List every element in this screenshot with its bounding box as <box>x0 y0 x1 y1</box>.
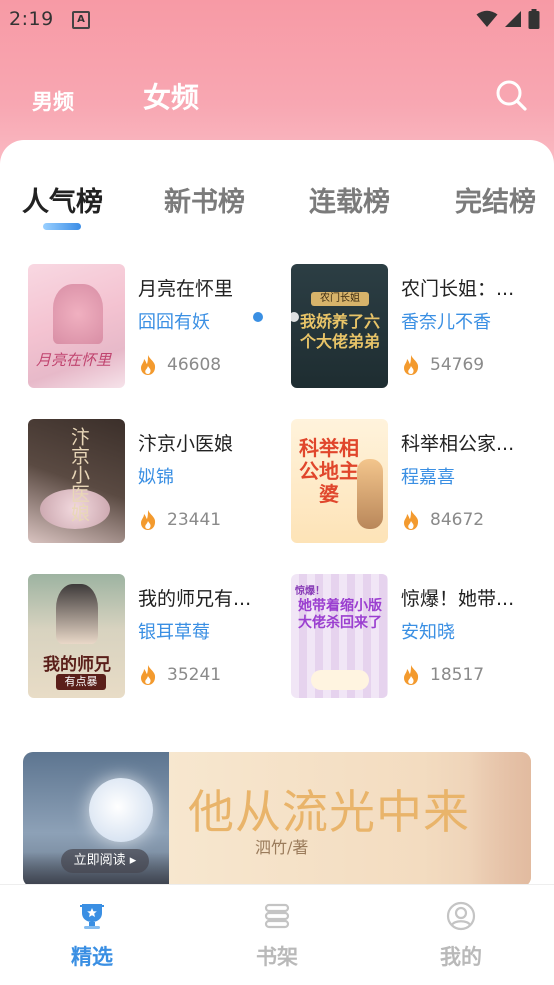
tab-female[interactable]: 女频 <box>143 76 199 116</box>
banner-left-art: 立即阅读 ▸ <box>23 752 169 887</box>
book-title: 科举相公家... <box>401 433 515 455</box>
book-author[interactable]: 安知晓 <box>401 618 455 644</box>
nav-featured[interactable]: 精选 <box>37 885 147 985</box>
book-author[interactable]: 姒锦 <box>138 463 174 489</box>
nav-profile[interactable]: 我的 <box>406 885 516 985</box>
book-cover: 惊爆！ 她带着缩小版大佬杀回来了 <box>291 574 388 698</box>
book-item[interactable]: 科举相公地主婆 科举相公家... 程嘉喜 84672 <box>291 419 541 545</box>
fire-icon <box>141 510 156 530</box>
read-now-label: 立即阅读 <box>73 853 126 868</box>
status-bar: 2:19 A <box>0 0 554 40</box>
tab-serializing[interactable]: 连载榜 <box>309 180 390 219</box>
cover-subtitle: 农门长姐 <box>311 292 369 306</box>
battery-icon <box>528 9 540 29</box>
cover-title: 我娇养了六个大佬弟弟 <box>299 312 380 351</box>
tab-completed[interactable]: 完结榜 <box>455 180 536 219</box>
nav-label-featured: 精选 <box>71 944 113 969</box>
book-cover: 科举相公地主婆 <box>291 419 388 543</box>
promo-banner[interactable]: 立即阅读 ▸ 他从流光中来 泗竹/著 <box>23 752 531 887</box>
cover-subtitle: 有点暴 <box>56 674 106 690</box>
cover-title: 月亮在怀里 <box>36 351 112 369</box>
book-cover: 农门长姐 我娇养了六个大佬弟弟 <box>291 264 388 388</box>
book-author[interactable]: 囧囧有妖 <box>138 308 210 334</box>
book-heat: 54769 <box>430 355 485 375</box>
nav-label-profile: 我的 <box>440 944 482 969</box>
tab-male[interactable]: 男频 <box>32 86 74 116</box>
carousel-dot[interactable] <box>289 312 299 322</box>
cover-title: 她带着缩小版大佬杀回来了 <box>298 598 382 631</box>
trophy-icon <box>80 904 104 929</box>
book-item[interactable]: 我的师兄 有点暴 我的师兄有... 银耳草莓 35241 <box>28 574 278 700</box>
book-title: 惊爆！她带... <box>401 588 515 610</box>
tab-popular[interactable]: 人气榜 <box>22 180 103 219</box>
carousel-dot[interactable] <box>271 312 281 322</box>
read-now-button[interactable]: 立即阅读 ▸ <box>61 849 149 873</box>
tab-new-books[interactable]: 新书榜 <box>164 180 245 219</box>
cellular-signal-icon <box>505 11 521 27</box>
active-tab-indicator <box>43 223 81 230</box>
book-author[interactable]: 香奈儿不香 <box>401 308 491 334</box>
profile-icon <box>446 901 476 931</box>
fire-icon <box>404 355 419 375</box>
book-title: 汴京小医娘 <box>138 433 234 455</box>
book-item[interactable]: 惊爆！ 她带着缩小版大佬杀回来了 惊爆！她带... 安知晓 18517 <box>291 574 541 700</box>
book-item[interactable]: 农门长姐 我娇养了六个大佬弟弟 农门长姐：... 香奈儿不香 54769 <box>291 264 541 390</box>
nav-bookshelf[interactable]: 书架 <box>222 885 332 985</box>
main-content: 人气榜 新书榜 连载榜 完结榜 月亮在怀里 月亮在怀里 囧囧有妖 46608 农… <box>0 140 554 887</box>
nav-label-bookshelf: 书架 <box>256 944 298 969</box>
bookshelf-icon <box>264 903 290 929</box>
moon-image <box>89 778 153 842</box>
fire-icon <box>141 355 156 375</box>
carousel-dot-active[interactable] <box>253 312 263 322</box>
book-cover: 汴京小医娘 <box>28 419 125 543</box>
search-icon[interactable] <box>494 78 528 112</box>
rank-tabs: 人气榜 新书榜 连载榜 完结榜 <box>0 180 554 240</box>
book-title: 月亮在怀里 <box>138 278 234 300</box>
cover-title: 我的师兄 <box>43 655 111 675</box>
banner-title: 他从流光中来 <box>188 785 470 839</box>
fire-icon <box>404 510 419 530</box>
book-author[interactable]: 银耳草莓 <box>138 618 210 644</box>
book-heat: 84672 <box>430 510 485 530</box>
banner-author: 泗竹/著 <box>255 838 309 857</box>
cover-title: 科举相公地主婆 <box>299 437 359 506</box>
wifi-icon <box>476 10 498 27</box>
fire-icon <box>141 665 156 685</box>
book-title: 我的师兄有... <box>138 588 252 610</box>
book-heat: 23441 <box>167 510 222 530</box>
status-time: 2:19 <box>9 8 54 30</box>
book-heat: 46608 <box>167 355 222 375</box>
notification-icon: A <box>72 11 90 29</box>
book-author[interactable]: 程嘉喜 <box>401 463 455 489</box>
book-heat: 35241 <box>167 665 222 685</box>
book-heat: 18517 <box>430 665 485 685</box>
book-item[interactable]: 月亮在怀里 月亮在怀里 囧囧有妖 46608 <box>28 264 278 390</box>
book-title: 农门长姐：... <box>401 278 515 300</box>
book-cover: 我的师兄 有点暴 <box>28 574 125 698</box>
status-icons <box>476 9 540 29</box>
fire-icon <box>404 665 419 685</box>
book-item[interactable]: 汴京小医娘 汴京小医娘 姒锦 23441 <box>28 419 278 545</box>
book-cover: 月亮在怀里 <box>28 264 125 388</box>
cover-subtitle: 惊爆！ <box>295 586 325 597</box>
bottom-nav: 精选 书架 我的 <box>0 884 554 985</box>
cover-title: 汴京小医娘 <box>68 427 90 522</box>
